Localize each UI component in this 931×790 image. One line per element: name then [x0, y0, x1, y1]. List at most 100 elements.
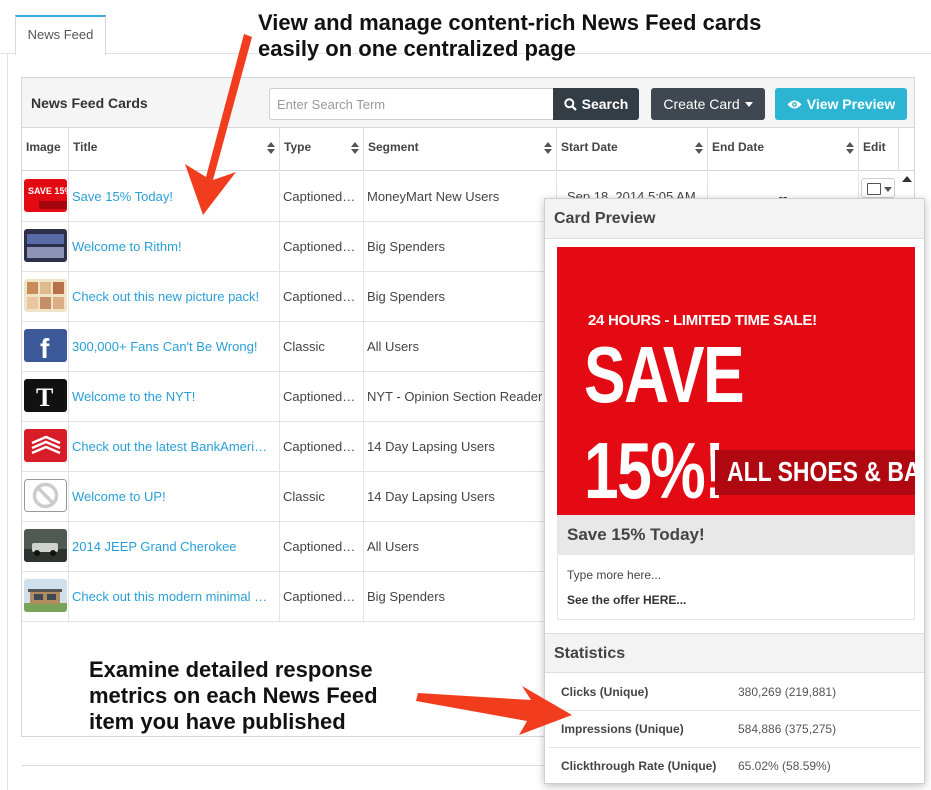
stat-value: 584,886 (375,275) — [738, 722, 837, 736]
segment-cell: NYT - Opinion Section Reader — [364, 372, 557, 422]
card-preview-image: 24 HOURS - LIMITED TIME SALE! SAVE 15%! … — [557, 247, 915, 515]
segment-cell: All Users — [364, 522, 557, 572]
card-title-link[interactable]: Welcome to UP! — [69, 472, 280, 522]
column-header-segment-label: Segment — [368, 140, 419, 154]
image-cell — [22, 572, 69, 622]
stat-label: Impressions (Unique) — [561, 722, 684, 736]
image-cell — [22, 422, 69, 472]
card-title-link[interactable]: Check out this modern minimal … — [69, 572, 280, 622]
sort-icon[interactable] — [846, 141, 854, 155]
annotation-bottom-line-2: metrics on each News Feed — [89, 683, 378, 708]
sort-icon[interactable] — [544, 141, 552, 155]
thumbnail-picture-pack — [24, 279, 67, 312]
type-cell: Captioned… — [280, 522, 364, 572]
card-title-link[interactable]: 300,000+ Fans Can't Be Wrong! — [69, 322, 280, 372]
create-card-label: Create Card — [663, 96, 740, 112]
search-icon — [563, 97, 577, 111]
search-button-label: Search — [581, 96, 629, 112]
stat-label: Clickthrough Rate (Unique) — [561, 759, 717, 773]
svg-text:SAVE 15%!: SAVE 15%! — [28, 186, 67, 196]
type-cell: Captioned… — [280, 272, 364, 322]
stat-label: Clicks (Unique) — [561, 685, 649, 699]
column-header-type[interactable]: Type — [280, 128, 364, 171]
table-header: Image Title Type Segment Start Date End … — [22, 128, 914, 171]
segment-cell: Big Spenders — [364, 222, 557, 272]
stat-row: Clickthrough Rate (Unique) 65.02% (58.59… — [548, 748, 921, 785]
card-preview-title: Card Preview — [554, 210, 656, 227]
scroll-up-arrow-icon[interactable] — [902, 176, 912, 182]
card-title-bar: Save 15% Today! — [557, 515, 915, 555]
stat-row: Impressions (Unique) 584,886 (375,275) — [548, 711, 921, 748]
panel-header: News Feed Cards Search Create Card View … — [22, 78, 914, 128]
column-header-end-date[interactable]: End Date — [708, 128, 859, 171]
segment-cell: MoneyMart New Users — [364, 172, 557, 222]
thumbnail-jeep — [24, 529, 67, 562]
sale-band: ALL SHOES & BAGS — [715, 450, 915, 495]
column-header-segment[interactable]: Segment — [364, 128, 557, 171]
card-offer-link[interactable]: See the offer HERE... — [567, 593, 686, 607]
thumbnail-bank — [24, 429, 67, 462]
card-title-link[interactable]: Welcome to Rithm! — [69, 222, 280, 272]
image-cell: f — [22, 322, 69, 372]
statistics-title: Statistics — [554, 645, 626, 662]
card-preview-popover: Card Preview 24 HOURS - LIMITED TIME SAL… — [544, 198, 925, 784]
thumbnail-rithm — [24, 229, 67, 262]
tab-news-feed[interactable]: News Feed — [15, 15, 106, 55]
column-header-title[interactable]: Title — [69, 128, 280, 171]
card-preview-header: Card Preview — [545, 199, 924, 239]
edit-menu-button[interactable] — [861, 178, 895, 198]
annotation-top-line-1: View and manage content-rich News Feed c… — [258, 10, 762, 35]
svg-text:T: T — [36, 383, 53, 412]
stat-value: 65.02% (58.59%) — [738, 759, 831, 773]
sort-icon[interactable] — [267, 141, 275, 155]
thumbnail-house — [24, 579, 67, 612]
panel-title: News Feed Cards — [31, 95, 148, 111]
card-title: Save 15% Today! — [567, 525, 705, 544]
pencil-icon — [867, 183, 881, 195]
image-cell — [22, 222, 69, 272]
segment-cell: Big Spenders — [364, 272, 557, 322]
column-header-start-date[interactable]: Start Date — [557, 128, 708, 171]
eye-icon — [787, 100, 802, 108]
view-preview-button[interactable]: View Preview — [775, 88, 907, 120]
type-cell: Captioned… — [280, 422, 364, 472]
chevron-down-icon — [884, 187, 892, 192]
type-cell: Captioned… — [280, 572, 364, 622]
annotation-top: View and manage content-rich News Feed c… — [258, 10, 761, 62]
column-header-type-label: Type — [284, 140, 312, 154]
column-header-image: Image — [22, 128, 69, 171]
search-button[interactable]: Search — [553, 88, 639, 120]
card-title-link[interactable]: Check out this new picture pack! — [69, 272, 280, 322]
annotation-top-line-2: easily on one centralized page — [258, 36, 576, 61]
column-header-edit: Edit — [859, 128, 899, 171]
sale-band-text: ALL SHOES & BAGS — [727, 456, 915, 487]
segment-cell: 14 Day Lapsing Users — [364, 422, 557, 472]
image-cell — [22, 522, 69, 572]
sort-icon[interactable] — [351, 141, 359, 155]
segment-cell: All Users — [364, 322, 557, 372]
thumbnail-facebook: f — [24, 329, 67, 362]
sort-icon[interactable] — [695, 141, 703, 155]
card-title-link[interactable]: Save 15% Today! — [69, 172, 280, 222]
annotation-bottom-line-3: item you have published — [89, 709, 346, 734]
card-title-link[interactable]: Check out the latest BankAmeri… — [69, 422, 280, 472]
view-preview-label: View Preview — [806, 96, 896, 112]
create-card-button[interactable]: Create Card — [651, 88, 765, 120]
thumbnail-nyt: T — [24, 379, 67, 412]
column-header-start-date-label: Start Date — [561, 140, 618, 154]
card-title-link[interactable]: Welcome to the NYT! — [69, 372, 280, 422]
chevron-down-icon — [744, 102, 753, 107]
stat-value: 380,269 (219,881) — [738, 685, 837, 699]
no-image-icon — [24, 479, 67, 512]
statistics-header: Statistics — [545, 633, 924, 673]
search-input[interactable] — [269, 88, 554, 120]
type-cell: Captioned… — [280, 372, 364, 422]
card-title-link[interactable]: 2014 JEEP Grand Cherokee — [69, 522, 280, 572]
svg-text:f: f — [40, 333, 50, 362]
type-cell: Captioned… — [280, 172, 364, 222]
type-cell: Classic — [280, 472, 364, 522]
annotation-bottom: Examine detailed response metrics on eac… — [89, 657, 378, 735]
column-header-end-date-label: End Date — [712, 140, 765, 154]
annotation-bottom-line-1: Examine detailed response — [89, 657, 373, 682]
segment-cell: 14 Day Lapsing Users — [364, 472, 557, 522]
